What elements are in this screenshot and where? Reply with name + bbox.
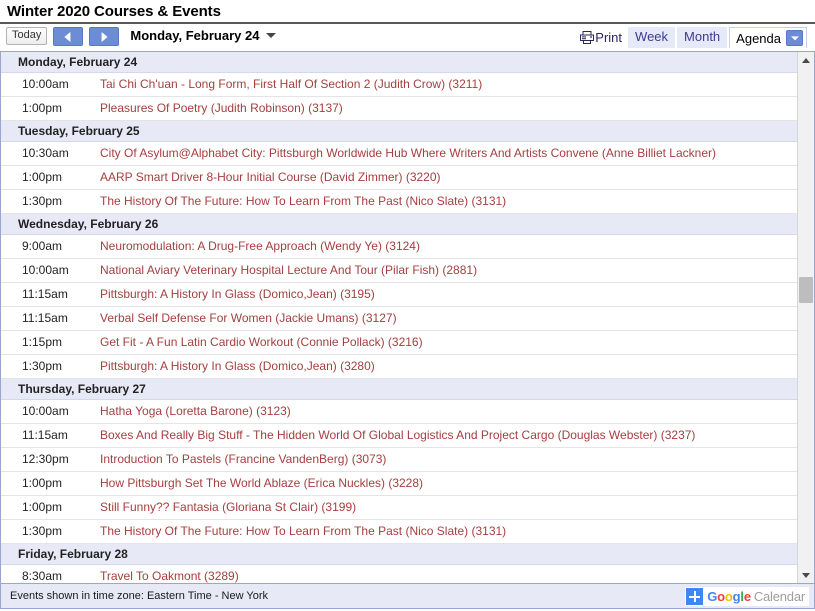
google-letter-o1: o: [717, 589, 725, 604]
agenda-event-row[interactable]: 1:30pm The History Of The Future: How To …: [1, 190, 797, 214]
event-title: How Pittsburgh Set The World Ablaze (Eri…: [100, 476, 424, 490]
event-time: 1:00pm: [22, 476, 63, 490]
caret-up-icon: [802, 57, 810, 63]
event-time: 10:00am: [22, 404, 69, 418]
event-time: 12:30pm: [22, 452, 69, 466]
agenda-event-row[interactable]: 1:30pm The History Of The Future: How To …: [1, 520, 797, 544]
event-title: The History Of The Future: How To Learn …: [100, 194, 507, 208]
caret-down-icon: [802, 572, 810, 578]
event-time: 10:30am: [22, 146, 69, 160]
google-letter-e: e: [743, 589, 751, 604]
chevron-down-icon[interactable]: [266, 33, 277, 39]
agenda-list: Monday, February 24 10:00am Tai Chi Ch'uan…: [1, 52, 797, 583]
agenda-event-row[interactable]: 1:30pm Pittsburgh: A History In Glass (Do…: [1, 355, 797, 379]
agenda-event-row[interactable]: 12:30pm Introduction To Pastels (Francine…: [1, 448, 797, 472]
chevron-left-icon: [64, 31, 71, 42]
view-dropdown-icon[interactable]: [786, 30, 803, 46]
event-time: 10:00am: [22, 263, 69, 277]
agenda-event-row[interactable]: 1:00pm AARP Smart Driver 8-Hour Initial C…: [1, 166, 797, 190]
chevron-right-icon: [101, 31, 108, 42]
event-time: 11:15am: [22, 428, 68, 442]
agenda-event-row[interactable]: 9:00am Neuromodulation: A Drug-Free Appro…: [1, 235, 797, 259]
agenda-day-header: Tuesday, February 25: [1, 121, 797, 142]
event-title: Verbal Self Defense For Women (Jackie Um…: [100, 311, 397, 325]
agenda-event-row[interactable]: 1:15pm Get Fit - A Fun Latin Cardio Worko…: [1, 331, 797, 355]
tab-agenda[interactable]: Agenda: [729, 27, 807, 48]
event-title: Introduction To Pastels (Francine Vanden…: [100, 452, 387, 466]
event-title: Hatha Yoga (Loretta Barone) (3123): [100, 404, 291, 418]
print-button[interactable]: Print: [580, 27, 622, 48]
printer-icon: [580, 31, 595, 44]
tab-month[interactable]: Month: [677, 27, 728, 48]
agenda-event-row[interactable]: 11:15am Pittsburgh: A History In Glass (D…: [1, 283, 797, 307]
date-range-label: Monday, February 24: [130, 27, 277, 44]
event-title: Boxes And Really Big Stuff - The Hidden …: [100, 428, 696, 442]
event-time: 1:30pm: [22, 524, 63, 538]
agenda-day-header: Wednesday, February 26: [1, 214, 797, 235]
event-title: The History Of The Future: How To Learn …: [100, 524, 507, 538]
agenda-event-row[interactable]: 10:00am Hatha Yoga (Loretta Barone) (3123…: [1, 400, 797, 424]
agenda-event-row[interactable]: 8:30am Travel To Oakmont (3289): [1, 565, 797, 583]
event-title: AARP Smart Driver 8-Hour Initial Course …: [100, 170, 441, 184]
add-to-google-calendar-button[interactable]: Google Calendar: [685, 587, 809, 606]
agenda-event-row[interactable]: 10:30am City Of Asylum@Alphabet City: Pit…: [1, 142, 797, 166]
event-time: 1:30pm: [22, 194, 63, 208]
print-label: Print: [595, 30, 623, 45]
event-time: 10:00am: [22, 77, 69, 91]
timezone-label: Events shown in time zone: Eastern Time …: [10, 590, 269, 602]
plus-icon: [686, 588, 704, 605]
event-title: Travel To Oakmont (3289): [100, 569, 239, 583]
today-button[interactable]: Today: [6, 27, 48, 45]
page-title: Winter 2020 Courses & Events: [7, 3, 221, 20]
scrollbar-thumb[interactable]: [799, 277, 813, 303]
date-range-text: Monday, February 24: [130, 28, 260, 43]
scroll-down-button[interactable]: [798, 566, 814, 583]
google-wordmark: Google: [707, 589, 751, 604]
event-title: Pittsburgh: A History In Glass (Domico,J…: [100, 359, 375, 373]
event-title: Tai Chi Ch'uan - Long Form, First Half O…: [100, 77, 483, 91]
event-title: Still Funny?? Fantasia (Gloriana St Clai…: [100, 500, 357, 514]
calendar-footer: Events shown in time zone: Eastern Time …: [0, 583, 815, 609]
agenda-day-header: Thursday, February 27: [1, 379, 797, 400]
event-time: 1:15pm: [22, 335, 63, 349]
agenda-area: Monday, February 24 10:00am Tai Chi Ch'uan…: [0, 51, 815, 583]
event-time: 9:00am: [22, 239, 63, 253]
agenda-day-header: Friday, February 28: [1, 544, 797, 565]
event-title: City Of Asylum@Alphabet City: Pittsburgh…: [100, 146, 716, 160]
event-time: 11:15am: [22, 311, 68, 325]
next-period-button[interactable]: [89, 27, 120, 46]
google-calendar-embed: Winter 2020 Courses & Events Today Monda…: [0, 0, 815, 611]
google-letter-o2: o: [724, 589, 733, 604]
previous-period-button[interactable]: [53, 27, 84, 46]
agenda-event-row[interactable]: 10:00am National Aviary Veterinary Hospit…: [1, 259, 797, 283]
tab-agenda-label: Agenda: [736, 30, 781, 46]
event-title: Get Fit - A Fun Latin Cardio Workout (Co…: [100, 335, 423, 349]
agenda-event-row[interactable]: 10:00am Tai Chi Ch'uan - Long Form, First…: [1, 73, 797, 97]
event-time: 1:00pm: [22, 500, 63, 514]
event-title: Pleasures Of Poetry (Judith Robinson) (3…: [100, 101, 343, 115]
agenda-event-row[interactable]: 1:00pm Pleasures Of Poetry (Judith Robins…: [1, 97, 797, 121]
calendar-wordmark: Calendar: [753, 589, 805, 604]
agenda-event-row[interactable]: 1:00pm Still Funny?? Fantasia (Gloriana S…: [1, 496, 797, 520]
event-time: 8:30am: [22, 569, 63, 583]
event-time: 1:30pm: [22, 359, 63, 373]
vertical-scrollbar[interactable]: [797, 52, 814, 583]
event-title: Neuromodulation: A Drug-Free Approach (W…: [100, 239, 420, 253]
agenda-day-header: Monday, February 24: [1, 52, 797, 73]
calendar-toolbar: Today Monday, February 24 Print Week Mon…: [0, 24, 815, 51]
event-time: 1:00pm: [22, 101, 63, 115]
event-title: National Aviary Veterinary Hospital Lect…: [100, 263, 478, 277]
event-title: Pittsburgh: A History In Glass (Domico,J…: [100, 287, 375, 301]
event-time: 11:15am: [22, 287, 68, 301]
scroll-up-button[interactable]: [798, 52, 814, 69]
tab-week[interactable]: Week: [628, 27, 676, 48]
event-time: 1:00pm: [22, 170, 63, 184]
title-bar: Winter 2020 Courses & Events: [0, 0, 815, 24]
agenda-event-row[interactable]: 1:00pm How Pittsburgh Set The World Ablaz…: [1, 472, 797, 496]
agenda-event-row[interactable]: 11:15am Verbal Self Defense For Women (Ja…: [1, 307, 797, 331]
toolbar-right-group: Print Week Month Agenda: [580, 27, 807, 48]
google-letter-g1: G: [707, 589, 718, 604]
agenda-event-row[interactable]: 11:15am Boxes And Really Big Stuff - The …: [1, 424, 797, 448]
